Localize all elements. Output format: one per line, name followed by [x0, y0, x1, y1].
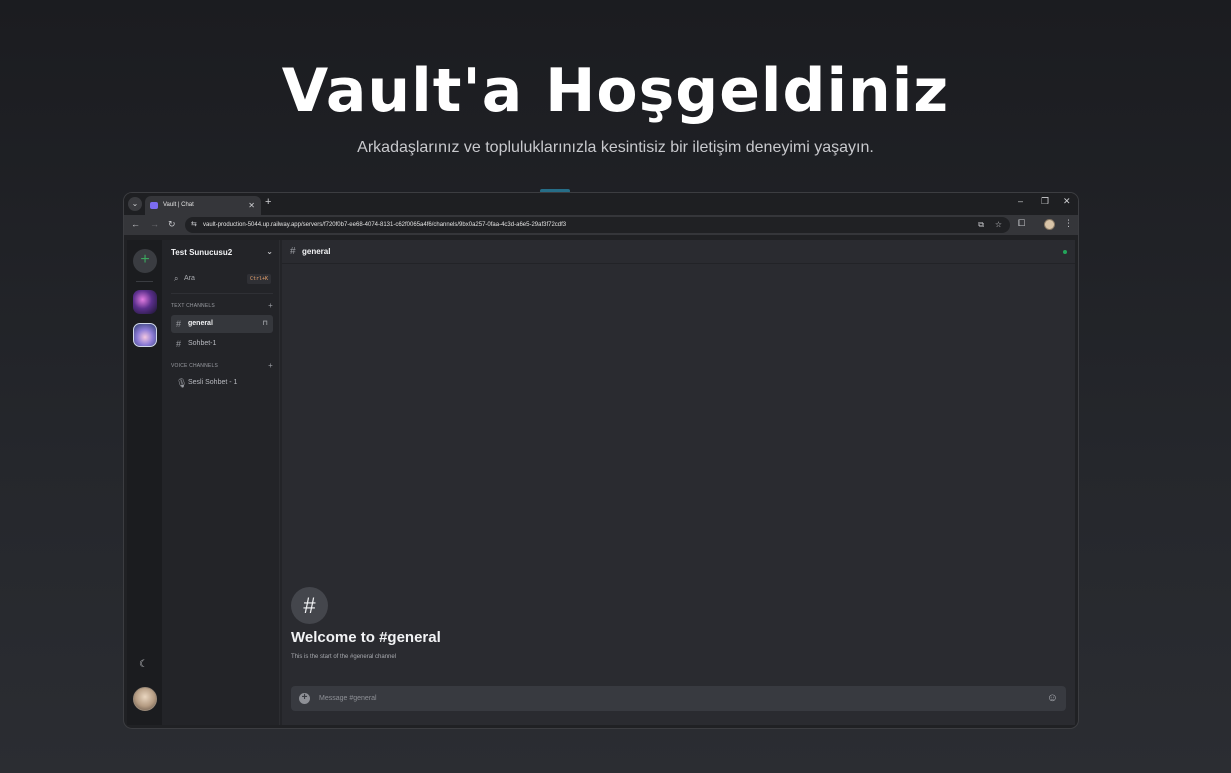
add-channel-icon[interactable]: +: [268, 301, 273, 310]
rail-divider: [136, 281, 153, 282]
open-in-app-icon[interactable]: ⧉: [978, 217, 984, 233]
add-server-button[interactable]: +: [133, 249, 157, 273]
chat-header: # general: [282, 240, 1075, 264]
menu-kebab-icon[interactable]: ⋮: [1064, 218, 1073, 229]
voice-channel-item[interactable]: 🎙 Sesli Sohbet - 1: [171, 374, 273, 392]
search-placeholder: Ara: [184, 275, 195, 282]
add-channel-icon[interactable]: +: [268, 361, 273, 370]
browser-tab[interactable]: Vault | Chat ✕: [145, 196, 261, 215]
search-input[interactable]: ⌕ Ara Ctrl+K: [171, 271, 273, 287]
forward-icon[interactable]: →: [150, 219, 159, 229]
back-icon[interactable]: ←: [131, 219, 140, 229]
channel-sidebar: Test Sunucusu2 ⌄ ⌕ Ara Ctrl+K TEXT CHANN…: [165, 240, 280, 725]
connection-status-dot: [1063, 250, 1067, 254]
channel-label: Sohbet-1: [188, 340, 217, 347]
close-icon[interactable]: ✕: [248, 196, 255, 215]
category-label: VOICE CHANNELS: [171, 363, 218, 369]
chevron-down-icon: ⌄: [266, 247, 273, 256]
message-placeholder: Message #general: [319, 695, 377, 702]
welcome-title: Welcome to #general: [291, 629, 441, 646]
chat-area: # general # Welcome to #general This is …: [282, 240, 1075, 725]
text-channels-category[interactable]: TEXT CHANNELS +: [171, 301, 273, 310]
microphone-icon: 🎙: [176, 378, 188, 388]
browser-window-preview: ⌄ Vault | Chat ✕ + – ❐ ✕ ← → ↻ ⇆ vault-p…: [123, 192, 1079, 729]
add-attachment-icon[interactable]: +: [299, 693, 310, 704]
category-label: TEXT CHANNELS: [171, 303, 215, 309]
extensions-icon[interactable]: ⧠: [1018, 218, 1025, 229]
user-avatar[interactable]: [133, 687, 157, 711]
channel-label: general: [188, 320, 213, 327]
restore-icon[interactable]: ❐: [1041, 196, 1049, 207]
channel-title: general: [302, 247, 331, 256]
window-close-icon[interactable]: ✕: [1063, 196, 1071, 207]
hash-icon: #: [291, 587, 328, 624]
browser-toolbar: ← → ↻ ⇆ vault-production-5044.up.railway…: [124, 215, 1078, 235]
profile-avatar[interactable]: [1044, 219, 1055, 230]
channel-label: Sesli Sohbet - 1: [188, 379, 238, 386]
tab-title: Vault | Chat: [163, 202, 194, 208]
voice-channels-category[interactable]: VOICE CHANNELS +: [171, 361, 273, 370]
server-rail: + ☾: [127, 240, 162, 725]
channel-item-general[interactable]: # general ⊓: [171, 315, 273, 333]
server-name-header[interactable]: Test Sunucusu2 ⌄: [171, 247, 273, 262]
vault-app: + ☾ Test Sunucusu2 ⌄ ⌕ Ara Ctrl+K TEXT C…: [127, 240, 1075, 725]
lock-icon: ⊓: [262, 320, 268, 327]
hero-title: Vault'a Hoşgeldiniz: [281, 56, 950, 126]
reload-icon[interactable]: ↻: [168, 219, 176, 230]
address-url: vault-production-5044.up.railway.app/ser…: [203, 222, 567, 228]
hero-subtitle: Arkadaşlarınız ve topluluklarınızla kesi…: [357, 139, 874, 156]
message-input[interactable]: + Message #general ☺: [291, 686, 1066, 711]
divider: [171, 293, 273, 294]
site-info-icon[interactable]: ⇆: [191, 217, 197, 233]
hash-icon: #: [176, 319, 182, 329]
server-icon[interactable]: [133, 323, 157, 347]
bookmark-star-icon[interactable]: ☆: [995, 217, 1002, 233]
search-icon: ⌕: [174, 274, 179, 283]
minimize-icon[interactable]: –: [1018, 196, 1023, 206]
channel-item-sohbet-1[interactable]: # Sohbet-1: [171, 335, 273, 353]
tab-search-icon[interactable]: ⌄: [128, 197, 142, 211]
browser-tabstrip: ⌄ Vault | Chat ✕ + – ❐ ✕: [124, 193, 1078, 215]
server-name: Test Sunucusu2: [171, 248, 233, 257]
new-tab-icon[interactable]: +: [265, 196, 271, 208]
hash-icon: #: [176, 339, 182, 349]
emoji-icon[interactable]: ☺: [1047, 686, 1058, 711]
moon-icon[interactable]: ☾: [139, 659, 148, 670]
address-bar[interactable]: ⇆ vault-production-5044.up.railway.app/s…: [185, 217, 1010, 233]
server-icon[interactable]: [133, 290, 157, 314]
search-shortcut: Ctrl+K: [246, 274, 271, 284]
hash-icon: #: [290, 246, 296, 257]
favicon-icon: [150, 202, 158, 209]
welcome-subtitle: This is the start of the #general channe…: [291, 654, 397, 660]
